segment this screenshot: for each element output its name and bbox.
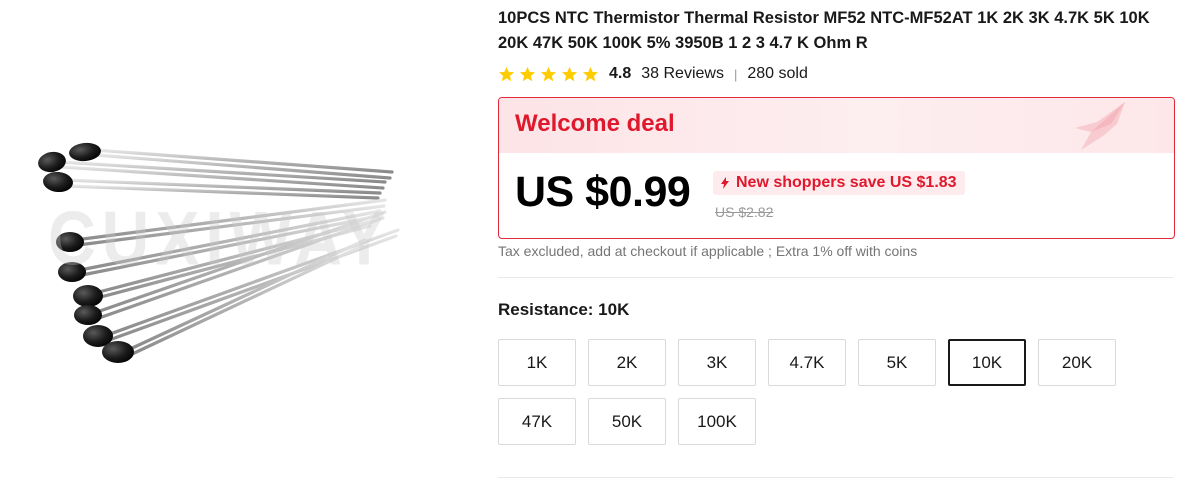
star-icon xyxy=(498,66,515,81)
sku-option-1k[interactable]: 1K xyxy=(498,339,576,386)
sku-option-10k[interactable]: 10K xyxy=(948,339,1026,386)
sku-label: Resistance: 10K xyxy=(498,300,630,319)
sale-price: US $0.99 xyxy=(515,168,691,216)
sku-option-2k[interactable]: 2K xyxy=(588,339,666,386)
separator: | xyxy=(733,66,738,82)
ribbon-decoration-icon xyxy=(1075,102,1125,150)
sold-count: 280 sold xyxy=(747,65,808,82)
rating-stars xyxy=(498,66,599,83)
deal-header: Welcome deal xyxy=(499,98,1174,153)
sku-option-50k[interactable]: 50K xyxy=(588,398,666,445)
rating-row[interactable]: 4.8 38 Reviews | 280 sold xyxy=(498,62,808,86)
welcome-deal-box: Welcome deal US $0.99 New shoppers save … xyxy=(498,97,1175,239)
divider xyxy=(498,277,1173,278)
image-watermark: CUXIWAY xyxy=(48,195,392,281)
product-image[interactable]: CUXIWAY xyxy=(0,0,470,497)
star-icon xyxy=(540,66,557,81)
sku-option-5k[interactable]: 5K xyxy=(858,339,936,386)
reviews-link[interactable]: 38 Reviews xyxy=(641,65,724,83)
tag-icon xyxy=(721,177,729,189)
sku-option-100k[interactable]: 100K xyxy=(678,398,756,445)
original-price: US $2.82 xyxy=(715,204,774,220)
savings-text: New shoppers save US $1.83 xyxy=(736,174,957,191)
deal-title: Welcome deal xyxy=(515,110,675,137)
product-title: 10PCS NTC Thermistor Thermal Resistor MF… xyxy=(498,9,1150,52)
rating-value: 4.8 xyxy=(609,65,632,82)
sku-option-20k[interactable]: 20K xyxy=(1038,339,1116,386)
tax-note: Tax excluded, add at checkout if applica… xyxy=(498,243,918,259)
savings-badge: New shoppers save US $1.83 xyxy=(713,171,965,195)
product-page: CUXIWAY 10PCS NTC Thermistor Thermal Res… xyxy=(0,0,1203,497)
star-icon xyxy=(561,66,578,81)
sku-option-47k[interactable]: 47K xyxy=(498,398,576,445)
star-icon xyxy=(582,66,599,81)
star-icon xyxy=(519,66,536,81)
sku-option-4-7k[interactable]: 4.7K xyxy=(768,339,846,386)
divider xyxy=(498,477,1173,478)
sku-option-3k[interactable]: 3K xyxy=(678,339,756,386)
